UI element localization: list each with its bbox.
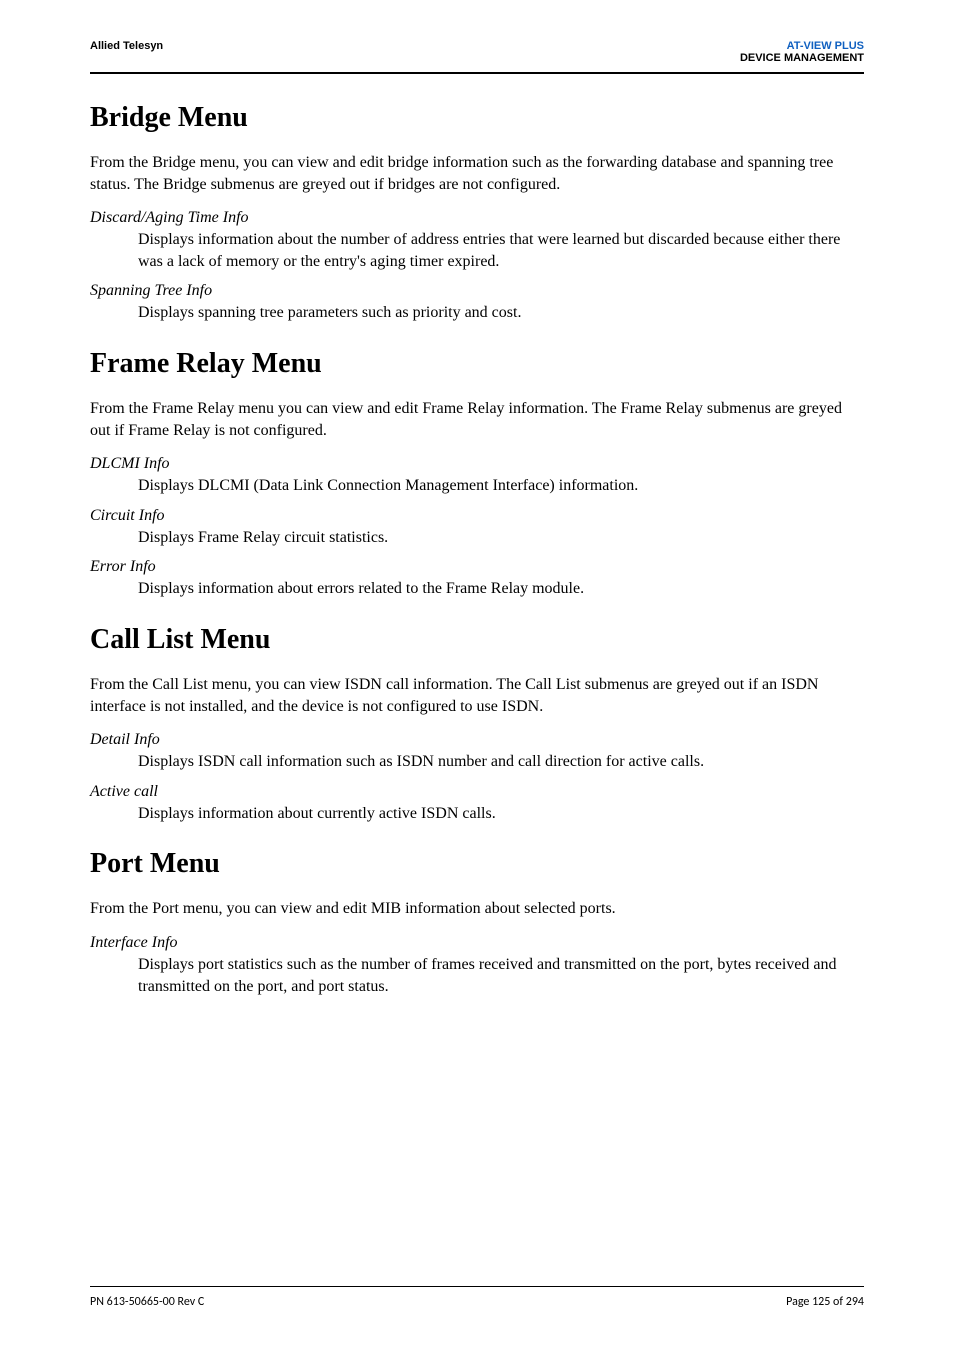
call-list-heading: Call List Menu [90, 624, 864, 656]
bridge-section: Bridge Menu From the Bridge menu, you ca… [90, 102, 864, 324]
frame-relay-def-2: Displays information about errors relate… [138, 578, 864, 600]
page-footer: PN 613-50665-00 Rev C Page 125 of 294 [90, 1286, 864, 1309]
call-list-intro: From the Call List menu, you can view IS… [90, 674, 864, 717]
bridge-term-1: Spanning Tree Info [90, 282, 864, 300]
frame-relay-def-0: Displays DLCMI (Data Link Connection Man… [138, 475, 864, 497]
frame-relay-term-1: Circuit Info [90, 507, 864, 525]
header-left: Allied Telesyn [90, 40, 163, 52]
port-term-0: Interface Info [90, 934, 864, 952]
bridge-intro: From the Bridge menu, you can view and e… [90, 152, 864, 195]
frame-relay-term-0: DLCMI Info [90, 455, 864, 473]
call-list-section: Call List Menu From the Call List menu, … [90, 624, 864, 824]
call-list-term-0: Detail Info [90, 731, 864, 749]
bridge-heading: Bridge Menu [90, 102, 864, 134]
frame-relay-term-2: Error Info [90, 558, 864, 576]
bridge-term-0: Discard/Aging Time Info [90, 209, 864, 227]
frame-relay-def-1: Displays Frame Relay circuit statistics. [138, 527, 864, 549]
bridge-def-1: Displays spanning tree parameters such a… [138, 302, 864, 324]
port-heading: Port Menu [90, 848, 864, 880]
port-intro: From the Port menu, you can view and edi… [90, 898, 864, 920]
header-section: DEVICE MANAGEMENT [740, 52, 864, 64]
frame-relay-heading: Frame Relay Menu [90, 348, 864, 380]
call-list-def-1: Displays information about currently act… [138, 803, 864, 825]
bridge-def-0: Displays information about the number of… [138, 229, 864, 272]
frame-relay-intro: From the Frame Relay menu you can view a… [90, 398, 864, 441]
call-list-def-0: Displays ISDN call information such as I… [138, 751, 864, 773]
call-list-term-1: Active call [90, 783, 864, 801]
footer-right: Page 125 of 294 [786, 1295, 864, 1309]
frame-relay-section: Frame Relay Menu From the Frame Relay me… [90, 348, 864, 600]
page-header: Allied Telesyn AT-VIEW PLUS DEVICE MANAG… [90, 40, 864, 74]
port-def-0: Displays port statistics such as the num… [138, 954, 864, 997]
port-section: Port Menu From the Port menu, you can vi… [90, 848, 864, 997]
header-product: AT-VIEW PLUS [740, 40, 864, 52]
header-right: AT-VIEW PLUS DEVICE MANAGEMENT [740, 40, 864, 64]
footer-left: PN 613-50665-00 Rev C [90, 1295, 204, 1309]
